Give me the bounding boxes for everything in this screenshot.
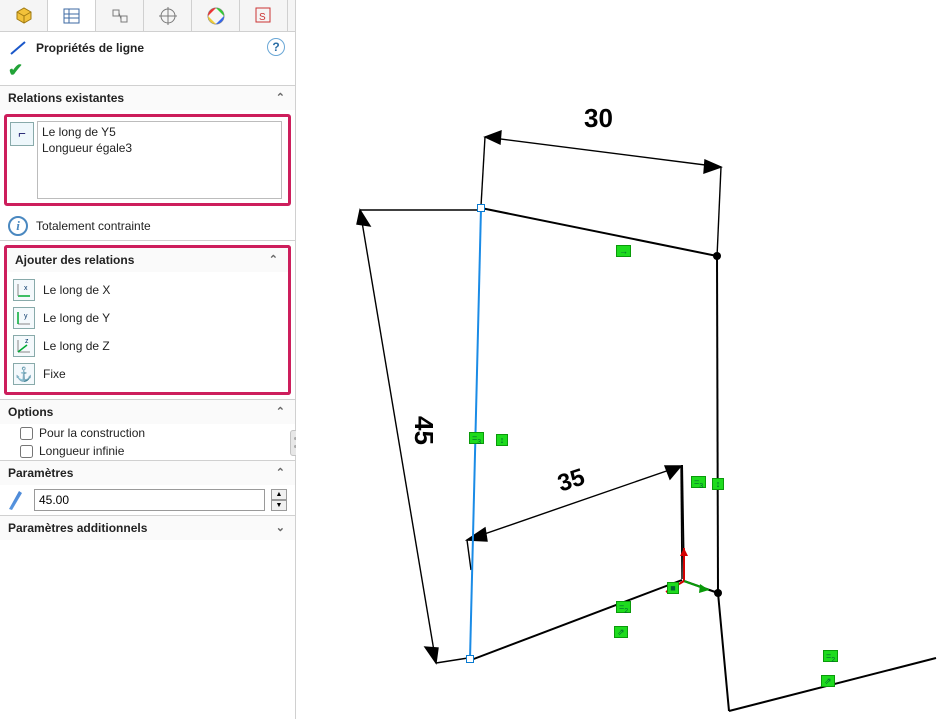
property-panel: S Propriétés de ligne ? ✔ Relations exis… (0, 0, 296, 719)
length-spinner[interactable]: ▲ ▼ (271, 489, 287, 511)
add-relations-highlight: x Le long de X y Le long de Y z Le long … (4, 272, 291, 395)
relation-item[interactable]: Longueur égale3 (42, 140, 277, 156)
existing-relations-highlight: ⌐ Le long de Y5 Longueur égale3 (4, 114, 291, 206)
relation-glyph[interactable]: ↕ (712, 478, 724, 490)
section-parameters[interactable]: Paramètres ⌃ (0, 461, 295, 485)
parameter-length-row: ▲ ▼ (0, 485, 295, 515)
existing-relations-list[interactable]: ⌐ Le long de Y5 Longueur égale3 (37, 121, 282, 199)
graphics-viewport[interactable]: 30 45 35 → =3 ↕ =3 ↕ =2 ⇗ ■ =2 ⇗ (296, 0, 952, 719)
constraint-status: i Totalement contrainte (0, 210, 295, 240)
relation-glyph[interactable]: ■ (667, 582, 679, 594)
relation-glyph[interactable]: =3 (469, 432, 484, 444)
length-icon (8, 490, 28, 510)
section-additional-parameters[interactable]: Paramètres additionnels ⌄ (0, 516, 295, 540)
panel-title-row: Propriétés de ligne ? (0, 32, 295, 60)
relation-item[interactable]: Le long de Y5 (42, 124, 277, 140)
tab-sketch[interactable]: S (240, 0, 288, 31)
chevron-down-icon: ⌄ (276, 521, 285, 534)
relation-type-icon: ⌐ (10, 122, 34, 146)
tab-part[interactable] (0, 0, 48, 31)
section-existing-relations[interactable]: Relations existantes ⌃ (0, 86, 295, 110)
tab-display[interactable] (48, 0, 96, 31)
relation-glyph[interactable]: ⇗ (821, 675, 835, 687)
add-relation-along-z[interactable]: z Le long de Z (11, 332, 284, 360)
svg-text:y: y (24, 313, 28, 320)
svg-text:S: S (259, 12, 266, 23)
dimension-left[interactable]: 45 (408, 416, 439, 445)
add-relation-along-y[interactable]: y Le long de Y (11, 304, 284, 332)
section-options[interactable]: Options ⌃ (0, 400, 295, 424)
anchor-icon: ⚓ (13, 363, 35, 385)
relation-glyph[interactable]: ↕ (496, 434, 508, 446)
infinite-length-checkbox[interactable] (20, 445, 33, 458)
chevron-up-icon: ⌃ (276, 91, 285, 104)
svg-text:x: x (24, 285, 28, 292)
confirm-row: ✔ (0, 60, 295, 85)
tab-bullseye[interactable] (144, 0, 192, 31)
axis-y-icon: y (13, 307, 35, 329)
relation-glyph[interactable]: =3 (691, 476, 706, 488)
relation-glyph[interactable]: ⇗ (614, 626, 628, 638)
relation-glyph[interactable]: =2 (616, 601, 631, 613)
chevron-up-icon: ⌃ (269, 253, 278, 266)
chevron-up-icon: ⌃ (276, 405, 285, 418)
line-endpoint-handle[interactable] (477, 204, 485, 212)
tab-design[interactable] (96, 0, 144, 31)
add-relation-along-x[interactable]: x Le long de X (11, 276, 284, 304)
section-add-relations[interactable]: Ajouter des relations ⌃ (4, 245, 291, 272)
chevron-up-icon: ⌃ (276, 466, 285, 479)
axis-x-icon: x (13, 279, 35, 301)
spin-up[interactable]: ▲ (271, 489, 287, 500)
accept-button[interactable]: ✔ (8, 60, 23, 80)
dimension-top[interactable]: 30 (584, 103, 613, 134)
panel-tab-strip: S (0, 0, 295, 32)
svg-text:z: z (25, 338, 29, 345)
panel-title: Propriétés de ligne (36, 41, 144, 55)
tab-appearance[interactable] (192, 0, 240, 31)
relation-glyph[interactable]: =2 (823, 650, 838, 662)
option-infinite-length[interactable]: Longueur infinie (0, 442, 295, 460)
length-input[interactable] (34, 489, 265, 511)
line-endpoint-handle[interactable] (466, 655, 474, 663)
spin-down[interactable]: ▼ (271, 500, 287, 511)
line-icon (8, 38, 28, 58)
add-relation-fix[interactable]: ⚓ Fixe (11, 360, 284, 388)
relation-glyph[interactable]: → (616, 245, 631, 257)
help-icon[interactable]: ? (267, 38, 285, 56)
info-icon: i (8, 216, 28, 236)
axis-z-icon: z (13, 335, 35, 357)
option-for-construction[interactable]: Pour la construction (0, 424, 295, 442)
construction-checkbox[interactable] (20, 427, 33, 440)
